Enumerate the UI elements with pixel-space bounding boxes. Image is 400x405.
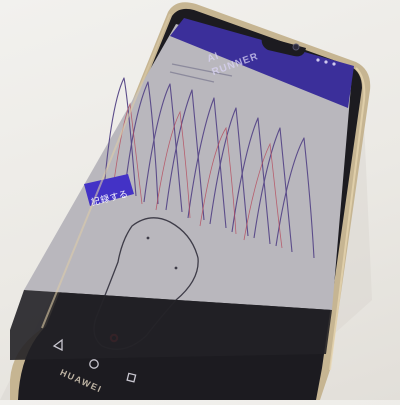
sensor-point xyxy=(174,266,178,270)
phone-photo xyxy=(0,2,372,400)
front-camera-icon xyxy=(292,43,300,51)
sensor-point xyxy=(146,236,150,240)
status-icon xyxy=(324,60,328,64)
status-icon xyxy=(316,58,320,62)
photo-scene: AI RUNNER 記録する HUAWEI xyxy=(0,0,400,400)
status-icon xyxy=(332,62,336,66)
